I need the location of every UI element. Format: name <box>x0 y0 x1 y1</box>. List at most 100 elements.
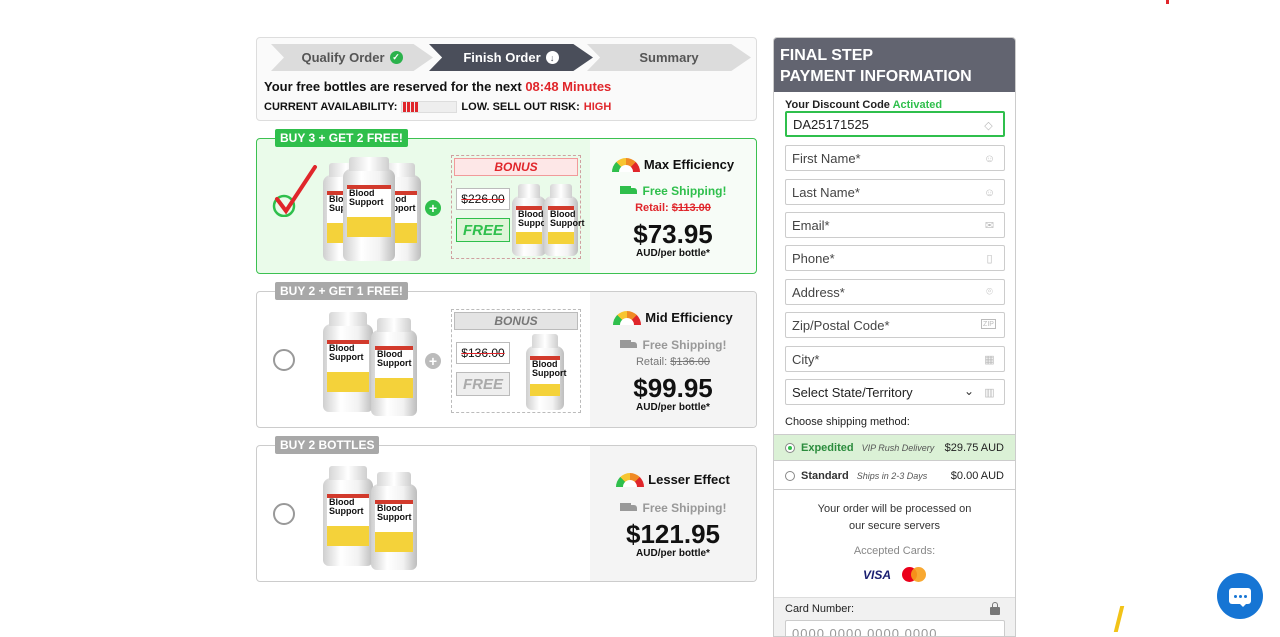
efficiency-label: Lesser Effect <box>648 472 730 487</box>
chat-button[interactable] <box>1217 573 1263 619</box>
decorative-stroke <box>1113 606 1125 632</box>
map-icon: ▥ <box>984 387 995 399</box>
bottle-image: BloodSupport <box>371 318 417 416</box>
step-label: Finish Order <box>463 50 541 65</box>
shipping-option-standard[interactable]: Standard Ships in 2-3 Days $0.00 AUD <box>774 463 1015 490</box>
shipping-label: Free Shipping! <box>642 184 727 198</box>
shipping-radio[interactable] <box>785 471 795 481</box>
bottle-image: BloodSupport <box>544 184 585 256</box>
step-finish-order: Finish Order ↓ <box>429 44 593 71</box>
bottle-image: BloodSupport <box>526 334 567 410</box>
plus-icon: + <box>425 200 441 216</box>
package-option-3-plus-2[interactable]: BUY 3 + GET 2 FREE! Blood Support Blood Su… <box>256 129 757 274</box>
lock-icon <box>990 602 1000 615</box>
bottle-image: BloodSupport <box>323 466 373 566</box>
efficiency-row: Max Efficiency <box>590 157 756 172</box>
risk-label: LOW. SELL OUT RISK: <box>461 101 580 113</box>
shipping-row: Free Shipping! <box>590 338 756 352</box>
step-qualify-order: Qualify Order ✓ <box>271 44 433 71</box>
bonus-label: BONUS <box>454 312 578 330</box>
truck-icon <box>619 186 638 196</box>
card-number-section: Card Number: 0000 0000 0000 0000 <box>774 597 1015 636</box>
package-pricing: Max Efficiency Free Shipping! Retail: $1… <box>590 139 756 273</box>
retail-row: Retail: $136.00 <box>635 356 710 368</box>
truck-icon <box>619 503 638 513</box>
package-tag: BUY 3 + GET 2 FREE! <box>275 129 408 147</box>
availability-row: CURRENT AVAILABILITY: LOW. SELL OUT RISK… <box>264 101 611 113</box>
price-unit: AUD/per bottle* <box>636 402 710 413</box>
free-badge: FREE <box>456 218 510 242</box>
visa-logo: VISA <box>862 568 891 582</box>
old-price: $136.00 <box>456 342 510 364</box>
state-select[interactable]: Select State/Territory ⌄ ▥ <box>785 379 1005 405</box>
shipping-row: Free Shipping! <box>590 184 756 198</box>
discount-label-row: Your Discount Code Activated <box>785 99 943 111</box>
city-field[interactable]: City* ▦ <box>785 346 1005 372</box>
step-summary: Summary <box>587 44 751 71</box>
gauge-icon <box>611 157 640 172</box>
countdown-timer: 08:48 Minutes <box>525 79 612 94</box>
phone-icon: ▯ <box>986 253 993 265</box>
download-arrow-icon: ↓ <box>545 51 559 64</box>
availability-bar <box>401 101 458 113</box>
retail-price: $136.00 <box>670 356 710 368</box>
free-badge: FREE <box>456 372 510 396</box>
tag-icon: ◇ <box>984 120 993 132</box>
availability-label: CURRENT AVAILABILITY: <box>264 101 398 113</box>
step-label: Summary <box>639 50 699 65</box>
package-pricing: Mid Efficiency Free Shipping! Retail: $1… <box>590 292 756 427</box>
bonus-box: BONUS $136.00 FREE Blood Support <box>451 309 581 413</box>
order-progress-panel: Qualify Order ✓ Finish Order ↓ Summary Y… <box>256 37 757 121</box>
shipping-radio[interactable] <box>785 442 795 453</box>
package-radio[interactable] <box>273 349 295 371</box>
address-field[interactable]: Address* ⌾ <box>785 279 1005 305</box>
reserve-message: Your free bottles are reserved for the n… <box>264 79 611 94</box>
envelope-icon: ✉ <box>984 220 995 232</box>
shipping-label: Free Shipping! <box>642 338 727 352</box>
efficiency-label: Max Efficiency <box>643 157 735 172</box>
bonus-label: BONUS <box>454 158 578 176</box>
package-pricing: Lesser Effect Free Shipping! $121.95 AUD… <box>590 446 756 581</box>
card-number-field[interactable]: 0000 0000 0000 0000 <box>785 620 1005 636</box>
efficiency-label: Mid Efficiency <box>645 310 733 325</box>
price-unit: AUD/per bottle* <box>636 548 710 559</box>
discount-status: Activated <box>892 99 943 111</box>
building-icon: ▦ <box>984 354 995 366</box>
package-option-2-bottles[interactable]: BUY 2 BOTTLES Blood Support Blood Support … <box>256 436 757 582</box>
checkmark-icon <box>272 165 317 217</box>
shipping-option-expedited[interactable]: Expedited VIP Rush Delivery $29.75 AUD <box>774 434 1015 461</box>
price: $121.95 <box>626 519 720 549</box>
plus-icon: + <box>425 353 441 369</box>
form-header: FINAL STEP PAYMENT INFORMATION <box>774 38 1015 92</box>
bottle-image: BloodSupport <box>323 312 373 412</box>
chat-bubble-icon <box>1229 588 1251 607</box>
zip-icon: ZIP <box>981 319 996 329</box>
price: $73.95 <box>633 219 713 249</box>
truck-icon <box>619 340 638 350</box>
retail-row: Retail: $113.00 <box>635 202 711 214</box>
reserve-text: Your free bottles are reserved for the n… <box>264 79 522 94</box>
form-title-line1: FINAL STEP <box>780 47 874 64</box>
first-name-field[interactable]: First Name* ☺ <box>785 145 1005 171</box>
efficiency-row: Lesser Effect <box>590 472 756 487</box>
email-field[interactable]: Email* ✉ <box>785 212 1005 238</box>
shipping-method-label: Choose shipping method: <box>785 416 910 428</box>
phone-field[interactable]: Phone* ▯ <box>785 245 1005 271</box>
accepted-cards-label: Accepted Cards: <box>853 545 936 557</box>
bottle-image: BloodSupport <box>512 184 553 256</box>
price-unit: AUD/per bottle* <box>636 248 710 259</box>
step-label: Qualify Order <box>301 50 385 65</box>
payment-form: FINAL STEP PAYMENT INFORMATION Your Disc… <box>773 37 1016 637</box>
bottle-image: BloodSupport <box>343 157 395 261</box>
discount-code-field[interactable]: DA25171525 ◇ <box>785 111 1005 137</box>
package-option-2-plus-1[interactable]: BUY 2 + GET 1 FREE! Blood Support Blood Su… <box>256 282 757 428</box>
user-icon: ☺ <box>983 186 996 199</box>
package-radio[interactable] <box>273 503 295 525</box>
zip-field[interactable]: Zip/Postal Code* ZIP <box>785 312 1005 338</box>
check-icon: ✓ <box>389 51 403 64</box>
gauge-icon <box>613 310 642 325</box>
secure-message: Your order will be processed on our secu… <box>817 503 972 532</box>
decorative-dot <box>1166 0 1169 4</box>
last-name-field[interactable]: Last Name* ☺ <box>785 179 1005 205</box>
mastercard-logo <box>900 566 928 584</box>
